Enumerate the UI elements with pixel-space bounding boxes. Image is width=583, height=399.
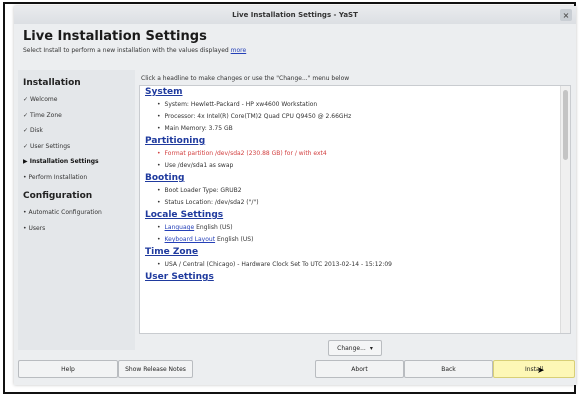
close-icon[interactable]: × [560,9,572,21]
install-button[interactable]: Install [493,360,575,378]
sidebar-item-user-settings: ✓ User Settings [23,142,71,150]
sidebar-item-automatic-configuration: • Automatic Configuration [23,209,102,216]
mouse-cursor-icon: ➤ [537,366,545,376]
scrollbar-thumb[interactable] [563,90,568,160]
bullet-icon: • [23,209,27,216]
sidebar-item-users: • Users [23,224,46,232]
sidebar-item-time-zone: ✓ Time Zone [23,111,62,119]
sidebar-item-perform-installation: • Perform Installation [23,173,88,181]
sidebar-item-welcome: ✓ Welcome [23,96,58,103]
bullet-icon: • [23,224,27,232]
sidebar-item-disk: ✓ Disk [23,127,43,134]
window-title: Live Installation Settings - YaST [232,11,358,19]
sidebar-group-installation: Installation [23,78,81,88]
list-item: • Main Memory: 3.75 GB [157,125,233,132]
scrollbar[interactable] [560,86,570,333]
section-system-link[interactable]: System [145,86,570,99]
check-icon: ✓ [23,96,29,103]
section-user-settings-link[interactable]: User Settings [145,271,570,284]
list-item: • Status Location: /dev/sda2 ("/") [157,199,259,206]
bullet-icon: • [23,173,27,181]
section-booting-link[interactable]: Booting [145,172,570,185]
language-link[interactable]: Language [165,224,195,231]
current-step-arrow-icon: ▶ [23,158,28,165]
window-titlebar: Live Installation Settings - YaST × [14,6,576,24]
check-icon: ✓ [23,127,29,134]
section-locale-link[interactable]: Locale Settings [145,209,570,222]
list-item: • System: Hewlett-Packard - HP xw4600 Wor… [157,101,318,108]
instructions-text: Click a headline to make changes or use … [141,75,350,82]
back-button[interactable]: Back [404,360,493,378]
list-item: • Keyboard Layout English (US) [157,236,254,243]
settings-summary-panel: System • System: Hewlett-Packard - HP xw4… [139,85,571,334]
yast-window: Live Installation Settings - YaST × Live… [14,6,576,385]
check-icon: ✓ [23,111,29,119]
sidebar-item-installation-settings: ▶ Installation Settings [23,158,99,165]
chevron-down-icon: ▾ [369,344,373,352]
abort-button[interactable]: Abort [315,360,404,378]
change-menu-button[interactable]: Change... ▾ [328,340,382,356]
check-icon: ✓ [23,142,29,150]
list-item: • Processor: 4x Intel(R) Core(TM)2 Quad C… [157,113,352,120]
release-notes-button[interactable]: Show Release Notes [118,360,193,378]
more-link[interactable]: more [231,47,247,54]
list-item: • USA / Central (Chicago) - Hardware Cloc… [157,261,392,268]
sidebar-group-configuration: Configuration [23,191,93,201]
page-subtitle: Select Install to perform a new installa… [23,47,247,54]
list-item: • Language English (US) [157,224,233,231]
list-item: • Format partition /dev/sda2 (230.88 GB) … [157,150,327,157]
sidebar: Installation ✓ Welcome ✓ Time Zone ✓ Dis… [18,70,135,350]
list-item: • Use /dev/sda1 as swap [157,162,234,169]
page-title: Live Installation Settings [23,29,207,44]
section-partitioning-link[interactable]: Partitioning [145,135,570,148]
list-item: • Boot Loader Type: GRUB2 [157,187,242,194]
help-button[interactable]: Help [18,360,118,378]
keyboard-layout-link[interactable]: Keyboard Layout [165,236,216,243]
section-time-zone-link[interactable]: Time Zone [145,246,570,259]
